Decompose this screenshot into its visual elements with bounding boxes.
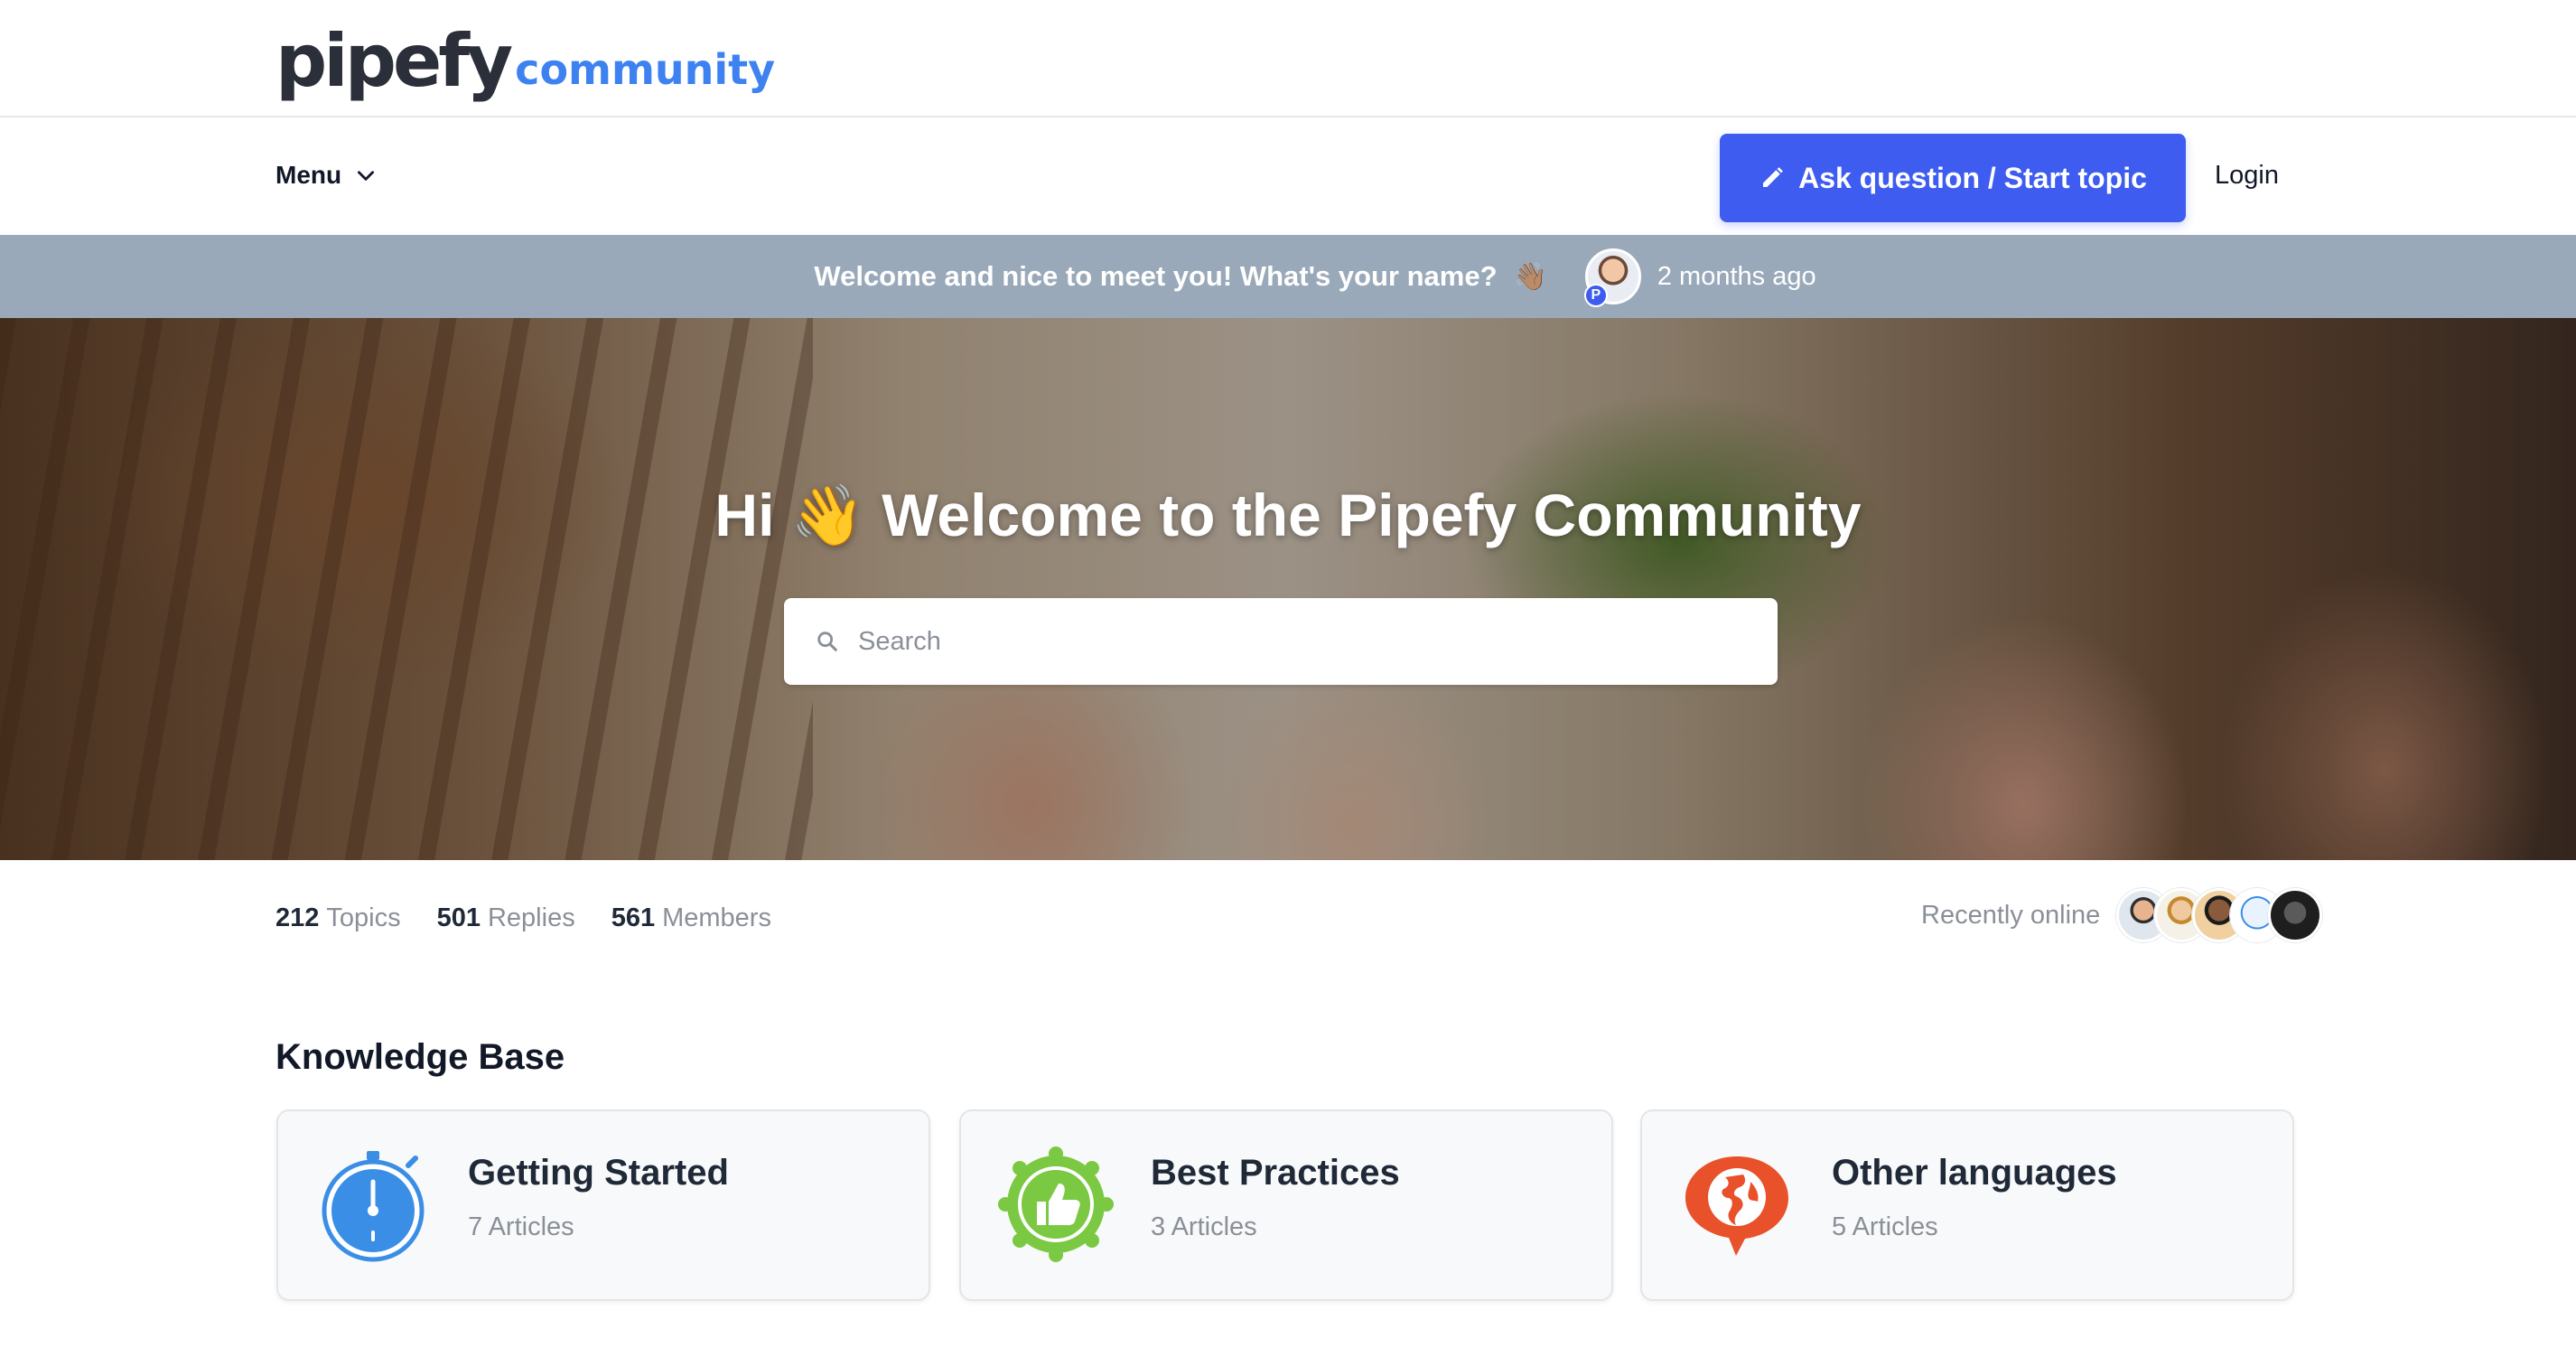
hero-greeting: Hi bbox=[714, 482, 775, 548]
members-label: Members bbox=[662, 903, 771, 932]
login-link[interactable]: Login bbox=[2215, 161, 2279, 191]
pencil-icon bbox=[1763, 167, 1783, 187]
recently-online: Recently online bbox=[1921, 885, 2323, 945]
announcement-time: 2 months ago bbox=[1657, 261, 1816, 291]
kb-card-title: Best Practices bbox=[1151, 1153, 1400, 1193]
announcement-text[interactable]: Welcome and nice to meet you! What's you… bbox=[814, 260, 1497, 293]
author-avatar[interactable]: P bbox=[1583, 248, 1641, 307]
kb-card-count: 7 Articles bbox=[468, 1212, 574, 1241]
stat-members: 561 Members bbox=[611, 903, 771, 933]
recently-online-label: Recently online bbox=[1921, 900, 2101, 930]
stat-topics: 212 Topics bbox=[275, 903, 401, 933]
stopwatch-icon bbox=[322, 1151, 425, 1262]
hero-title: Hi 👋 Welcome to the Pipefy Community bbox=[0, 481, 2576, 551]
chevron-down-icon bbox=[358, 171, 375, 181]
ask-question-label: Ask question / Start topic bbox=[1798, 161, 2147, 194]
nav-bar: Menu Ask question / Start topic Login bbox=[0, 119, 2576, 235]
logo-sub-text: community bbox=[515, 45, 776, 94]
globe-speech-icon bbox=[1685, 1156, 1788, 1256]
topics-label: Topics bbox=[326, 903, 401, 932]
kb-card-other-languages[interactable]: Other languages 5 Articles bbox=[1640, 1109, 2294, 1301]
waving-hand-emoji: 👋 bbox=[790, 482, 865, 548]
knowledge-base-title: Knowledge Base bbox=[275, 1037, 565, 1077]
hero-title-text: Welcome to the Pipefy Community bbox=[882, 482, 1862, 548]
topics-count: 212 bbox=[275, 903, 320, 932]
kb-card-best-practices[interactable]: Best Practices 3 Articles bbox=[959, 1109, 1613, 1301]
members-count: 561 bbox=[611, 903, 656, 932]
kb-card-title: Getting Started bbox=[468, 1153, 729, 1193]
replies-label: Replies bbox=[487, 903, 575, 932]
kb-card-count: 3 Articles bbox=[1151, 1212, 1257, 1241]
search-input[interactable] bbox=[858, 626, 1725, 657]
brand-header: pipefy community bbox=[0, 0, 2576, 117]
avatar-badge: P bbox=[1583, 284, 1608, 307]
waving-hand-emoji: 👋🏽 bbox=[1513, 261, 1547, 292]
hero-banner: Hi 👋 Welcome to the Pipefy Community bbox=[0, 318, 2576, 860]
announcement-bar[interactable]: Welcome and nice to meet you! What's you… bbox=[0, 235, 2576, 318]
online-avatars bbox=[2116, 888, 2323, 942]
avatar[interactable] bbox=[2268, 888, 2323, 942]
kb-card-count: 5 Articles bbox=[1832, 1212, 1938, 1241]
stat-replies: 501 Replies bbox=[437, 903, 575, 933]
kb-card-title: Other languages bbox=[1832, 1153, 2117, 1193]
thumbs-up-badge-icon bbox=[998, 1146, 1114, 1262]
search-box[interactable] bbox=[784, 598, 1778, 685]
community-stats: 212 Topics 501 Replies 561 Members bbox=[275, 903, 771, 933]
replies-count: 501 bbox=[436, 903, 481, 932]
hero-background-photo bbox=[0, 318, 813, 860]
kb-card-getting-started[interactable]: Getting Started 7 Articles bbox=[276, 1109, 930, 1301]
search-icon bbox=[817, 632, 837, 651]
pipefy-community-logo[interactable]: pipefy community bbox=[275, 11, 775, 98]
menu-label: Menu bbox=[275, 161, 342, 189]
ask-question-button[interactable]: Ask question / Start topic bbox=[1720, 134, 2186, 222]
menu-dropdown[interactable]: Menu bbox=[275, 161, 378, 190]
logo-main-text: pipefy bbox=[275, 19, 513, 103]
